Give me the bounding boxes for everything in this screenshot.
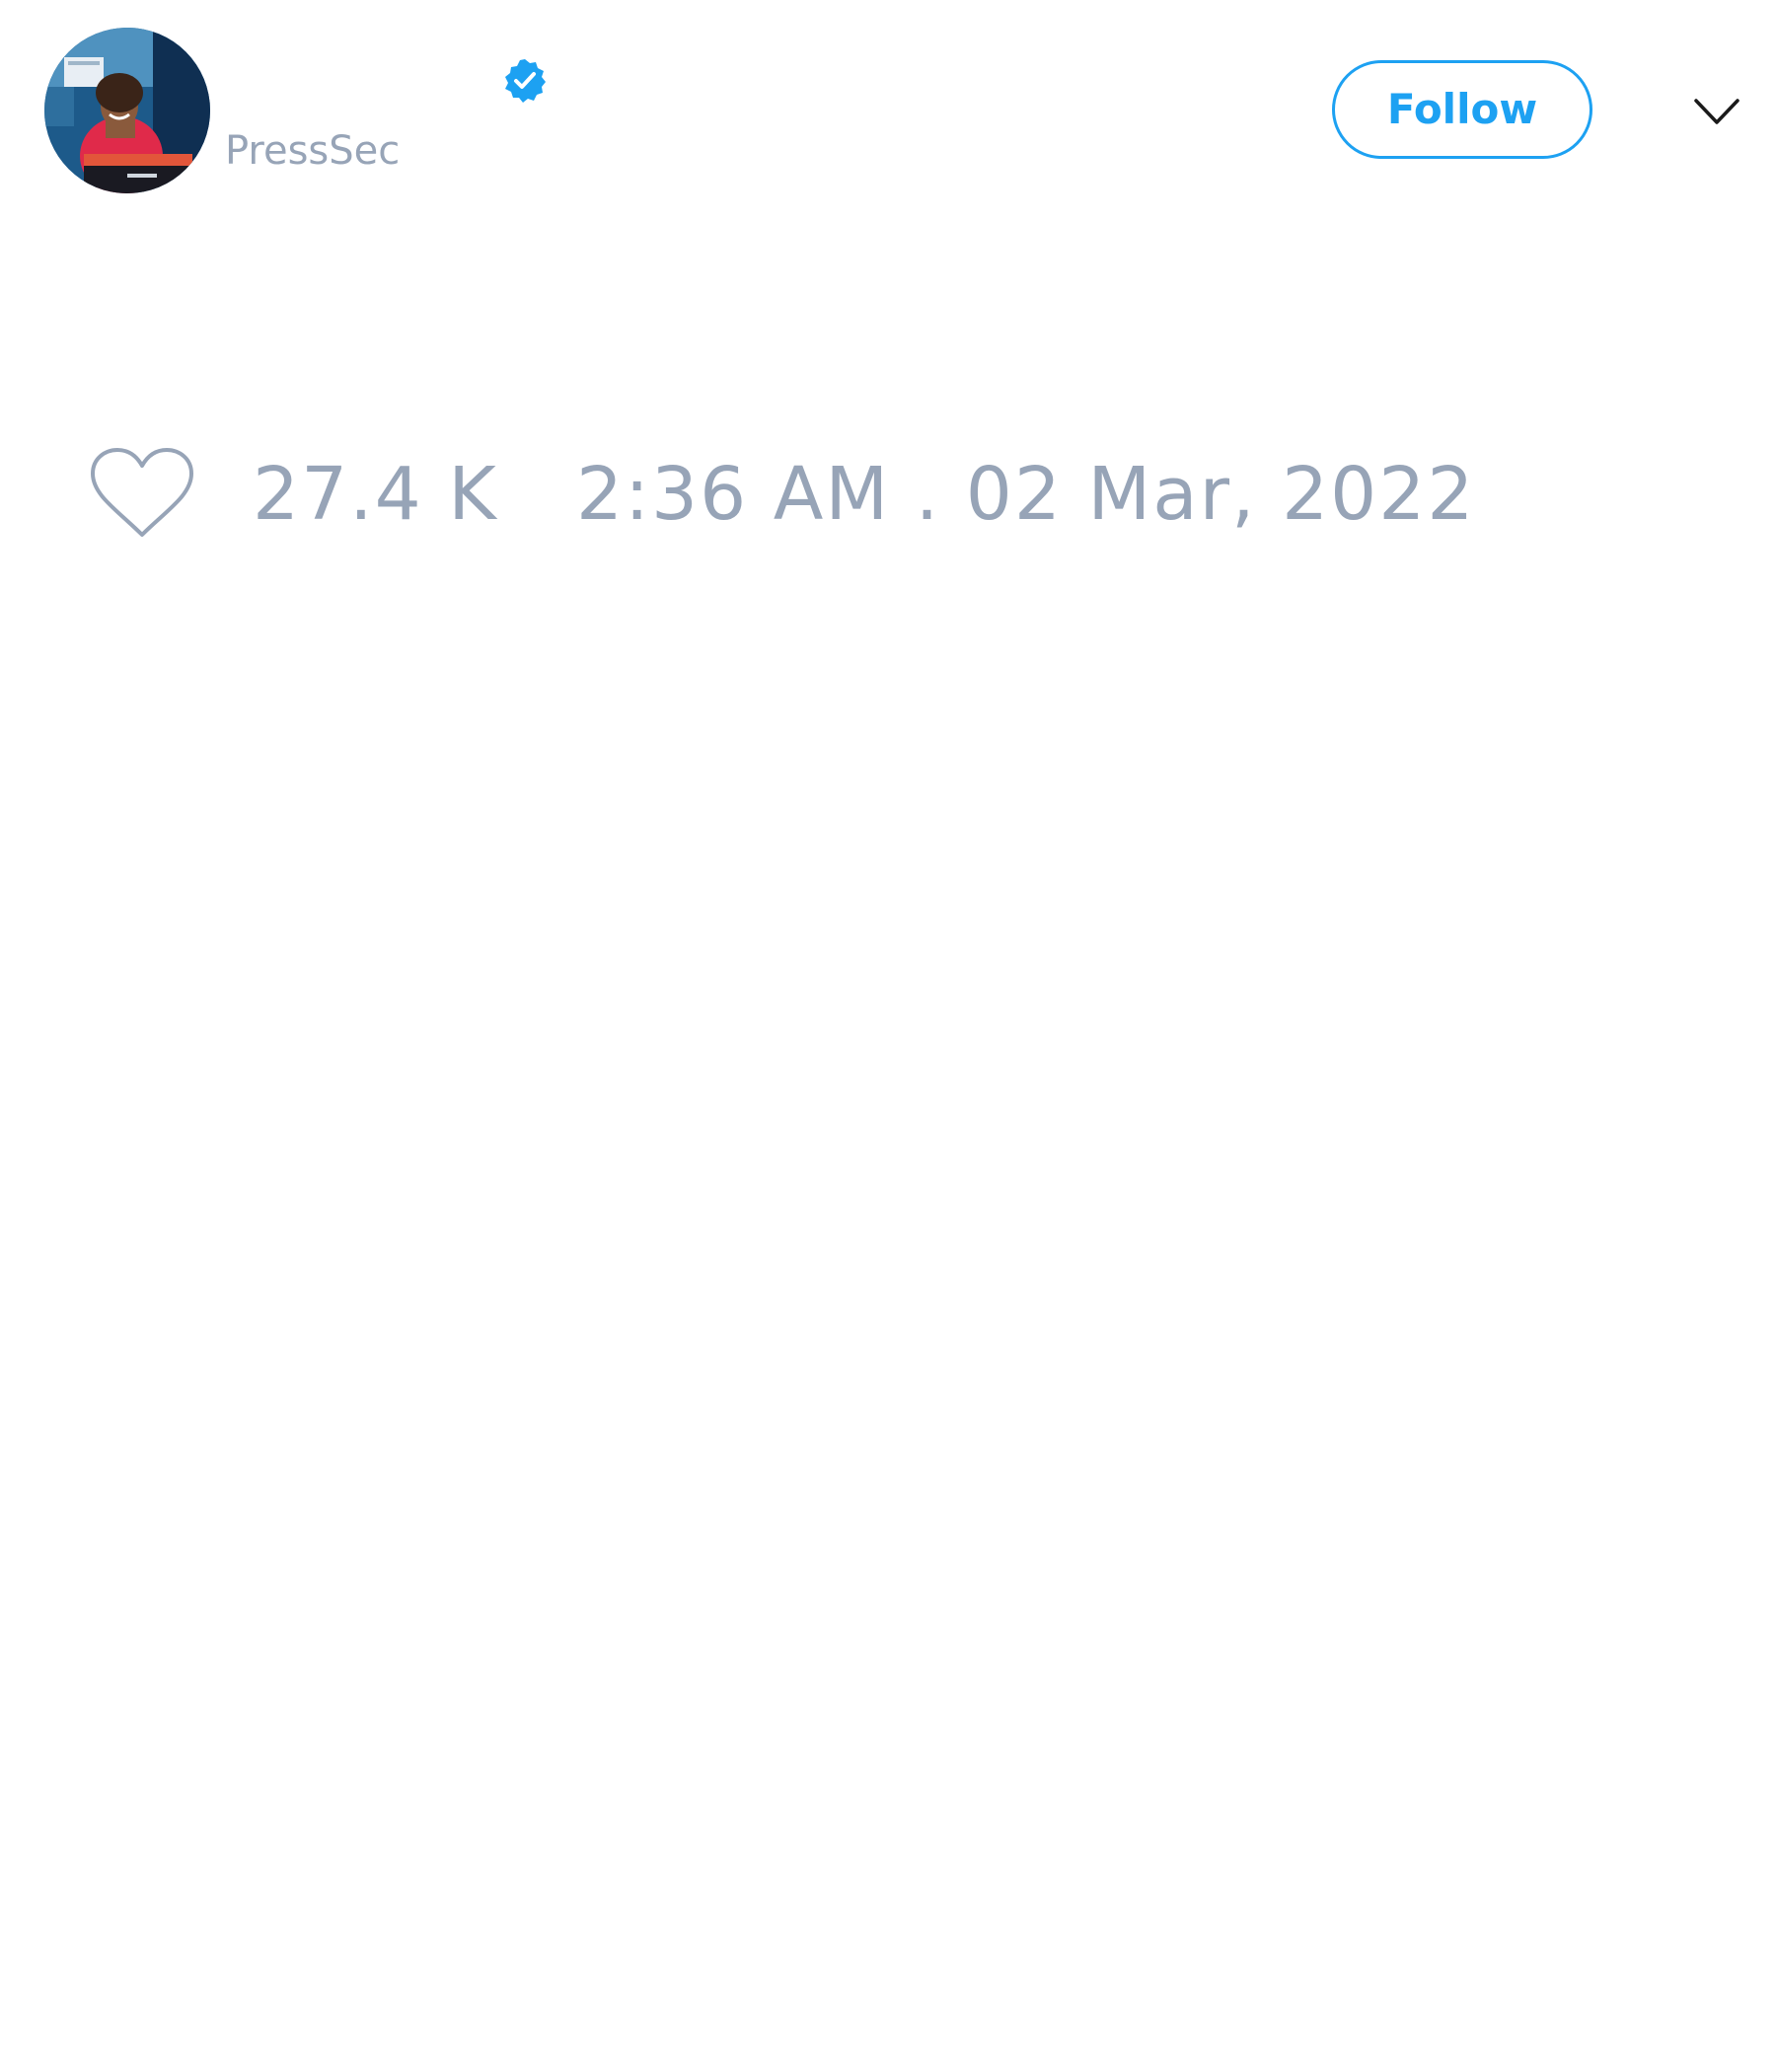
avatar-image — [44, 28, 210, 193]
tweet-timestamp[interactable]: 2:36 AM . 02 Mar, 2022 — [576, 452, 1475, 537]
author-handle[interactable]: PressSec — [225, 126, 400, 176]
verified-badge-icon — [501, 57, 549, 105]
like-count: 27.4 K — [253, 452, 498, 537]
chevron-down-icon[interactable] — [1693, 91, 1740, 130]
heart-icon[interactable] — [89, 446, 195, 541]
tweet-stats-row: 27.4 K 2:36 AM . 02 Mar, 2022 — [0, 434, 1776, 562]
follow-button[interactable]: Follow — [1332, 60, 1592, 159]
tweet-header: PressSec Follow — [0, 0, 1776, 217]
avatar[interactable] — [44, 28, 210, 193]
